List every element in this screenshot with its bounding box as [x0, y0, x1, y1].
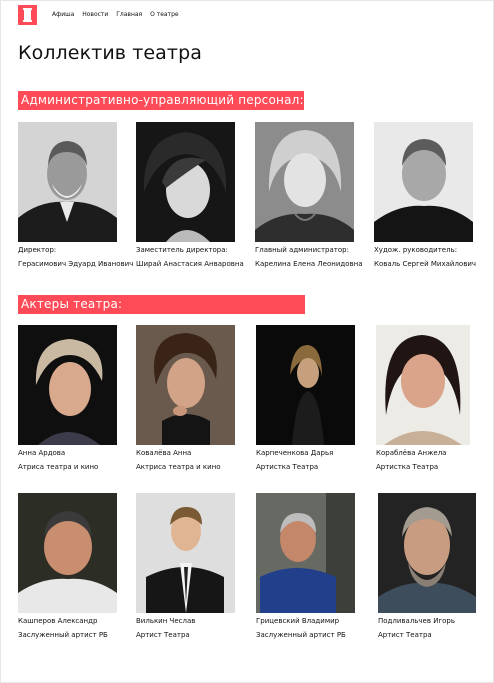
actor-name: Кашперов Александр	[18, 617, 98, 625]
staff-name: Герасимович Эдуард Иванович	[18, 260, 134, 268]
actor-photo[interactable]	[18, 493, 117, 613]
actor-photo[interactable]	[376, 325, 470, 445]
actor-name: Вилькин Чеслав	[136, 617, 196, 625]
actor-card[interactable]: Ковалёва Анна Актриса театра и кино	[136, 325, 246, 473]
actor-photo[interactable]	[136, 493, 235, 613]
actor-name: Подливальчев Игорь	[378, 617, 455, 625]
actor-card[interactable]: Подливальчев Игорь Артист Театра	[378, 493, 488, 641]
actor-role: Заслуженный артист РБ	[18, 631, 108, 639]
staff-photo[interactable]	[374, 122, 473, 242]
actor-photo[interactable]	[136, 325, 235, 445]
staff-name: Ширай Анастасия Анваровна	[136, 260, 244, 268]
section-banner-actors: Актеры театра:	[18, 295, 305, 314]
actor-card[interactable]: Кораблёва Анжела Артистка Театра	[376, 325, 486, 473]
actor-role: Артистка Театра	[376, 463, 439, 471]
actor-name: Карпеченкова Дарья	[256, 449, 334, 457]
staff-name: Коваль Сергей Михайлович	[374, 260, 477, 268]
staff-photo[interactable]	[18, 122, 117, 242]
actor-card[interactable]: Грицевский Владимир Заслуженный артист Р…	[256, 493, 366, 641]
actor-card[interactable]: Вилькин Чеслав Артист Театра	[136, 493, 246, 641]
staff-name: Карелина Елена Леонидовна	[255, 260, 363, 268]
staff-role: Заместитель директора:	[136, 246, 228, 254]
actor-photo[interactable]	[378, 493, 476, 613]
staff-role: Директор:	[18, 246, 57, 254]
actor-name: Кораблёва Анжела	[376, 449, 447, 457]
nav-link-news[interactable]: Новости	[82, 12, 108, 18]
actor-role: Атриса театра и кино	[18, 463, 99, 471]
staff-photo[interactable]	[136, 122, 235, 242]
actor-name: Грицевский Владимир	[256, 617, 340, 625]
staff-photo[interactable]	[255, 122, 354, 242]
staff-card[interactable]: Директор: Герасимович Эдуард Иванович	[18, 122, 134, 270]
staff-role: Главный администратор:	[255, 246, 349, 254]
actor-photo[interactable]	[256, 493, 355, 613]
actor-role: Актриса театра и кино	[136, 463, 221, 471]
actor-card[interactable]: Анна Ардова Атриса театра и кино	[18, 325, 128, 473]
nav-link-afisha[interactable]: Афиша	[52, 12, 74, 18]
actor-role: Артистка Театра	[256, 463, 319, 471]
actor-role: Артист Театра	[136, 631, 190, 639]
actor-photo[interactable]	[18, 325, 117, 445]
actor-name: Ковалёва Анна	[136, 449, 192, 457]
actor-card[interactable]: Кашперов Александр Заслуженный артист РБ	[18, 493, 128, 641]
actor-photo[interactable]	[256, 325, 355, 445]
nav-link-home[interactable]: Главная	[116, 12, 142, 18]
actor-role: Артист Театра	[378, 631, 432, 639]
theatre-logo-icon[interactable]	[18, 5, 37, 25]
nav-link-about[interactable]: О театре	[150, 12, 179, 18]
actor-name: Анна Ардова	[18, 449, 66, 457]
staff-card[interactable]: Заместитель директора: Ширай Анастасия А…	[136, 122, 246, 270]
staff-role: Худож. руководитель:	[374, 246, 458, 254]
staff-card[interactable]: Главный администратор: Карелина Елена Ле…	[255, 122, 365, 270]
page-title: Коллектив театра	[18, 42, 202, 64]
actor-card[interactable]: Карпеченкова Дарья Артистка Театра	[256, 325, 366, 473]
staff-card[interactable]: Худож. руководитель: Коваль Сергей Михай…	[374, 122, 484, 270]
actor-role: Заслуженный артист РБ	[256, 631, 346, 639]
section-banner-admin: Административно-управляющий персонал:	[18, 91, 304, 110]
